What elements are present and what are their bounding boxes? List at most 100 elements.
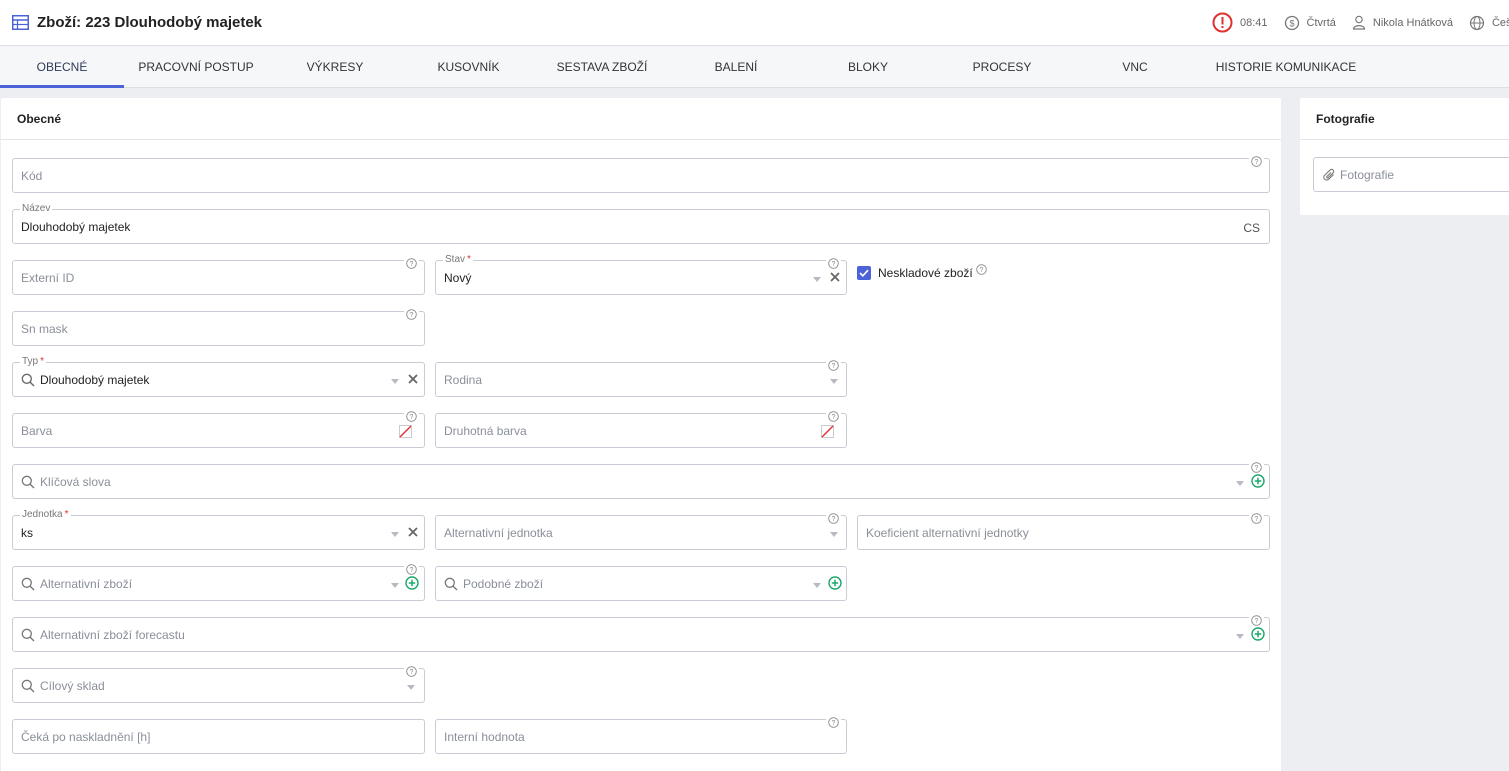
svg-text:?: ? [1255,159,1259,166]
clear-icon[interactable] [407,526,419,538]
chevron-down-icon[interactable] [391,379,399,384]
no-color-icon[interactable] [399,425,412,438]
photo-placeholder: Fotografie [1340,168,1395,182]
time-label: 08:41 [1240,16,1268,29]
chevron-down-icon[interactable] [830,532,838,537]
tab-historie-komunikace[interactable]: HISTORIE KOMUNIKACE [1210,46,1362,88]
chevron-down-icon[interactable] [813,277,821,282]
chevron-down-icon[interactable] [407,685,415,690]
interni-hodnota-field[interactable]: ? Interní hodnota [435,715,847,754]
tab-obecne[interactable]: OBECNÉ [0,46,124,88]
nazev-label: Název [20,203,53,215]
neskladove-checkbox[interactable]: Neskladové zboží ? [857,263,987,280]
chevron-down-icon[interactable] [1236,481,1244,486]
tab-procesy[interactable]: PROCESY [958,46,1046,88]
nazev-language[interactable]: CS [1243,221,1260,235]
help-icon[interactable]: ? [828,258,839,269]
chevron-down-icon[interactable] [391,532,399,537]
kod-field[interactable]: ? Kód [12,154,1270,193]
help-icon[interactable]: ? [406,411,417,422]
clear-icon[interactable] [829,271,841,283]
tab-vnc[interactable]: VNC [1110,46,1160,88]
chevron-down-icon[interactable] [830,379,838,384]
rodina-placeholder: Rodina [444,373,483,387]
tab-kusovnik[interactable]: KUSOVNÍK [420,46,517,88]
search-icon [21,373,35,387]
day-indicator[interactable]: $ Čtvrtá [1284,15,1336,31]
chevron-down-icon[interactable] [1236,634,1244,639]
jednotka-select[interactable]: Jednotka * ks [12,509,425,550]
search-icon [21,577,35,591]
sn-mask-field[interactable]: ? Sn mask [12,307,425,346]
add-circle-icon[interactable] [1251,627,1265,641]
chevron-down-icon[interactable] [391,583,399,588]
svg-text:?: ? [832,720,836,727]
svg-text:?: ? [1255,465,1259,472]
tab-bloky[interactable]: BLOKY [832,46,904,88]
svg-text:?: ? [410,261,414,268]
add-circle-icon[interactable] [828,576,842,590]
barva-placeholder: Barva [21,424,53,438]
svg-text:?: ? [832,414,836,421]
alt-zbozi-select[interactable]: ? Alternativní zboží [12,562,425,601]
tab-baleni[interactable]: BALENÍ [700,46,772,88]
help-icon[interactable]: ? [828,513,839,524]
nazev-field[interactable]: Název Dlouhodobý majetek CS [12,203,1270,244]
rodina-select[interactable]: ? Rodina [435,358,847,397]
typ-select[interactable]: Typ * Dlouhodobý majetek [12,356,425,397]
add-circle-icon[interactable] [1251,474,1265,488]
externi-id-field[interactable]: ? Externí ID [12,256,425,295]
search-icon [21,475,35,489]
tab-vykresy[interactable]: VÝKRESY [290,46,380,88]
druhotna-barva-field[interactable]: ? Druhotná barva [435,409,847,448]
sn-mask-placeholder: Sn mask [21,322,68,336]
tab-sestava-zbozi[interactable]: SESTAVA ZBOŽÍ [545,46,659,88]
user-menu[interactable]: Nikola Hnátková [1352,15,1453,30]
page-title: Zboží: 223 Dlouhodobý majetek [37,14,263,31]
globe-icon [1469,15,1485,30]
stav-select[interactable]: Stav * ? Nový [435,254,847,295]
druhotna-barva-placeholder: Druhotná barva [444,424,527,438]
help-icon[interactable]: ? [406,564,417,575]
help-icon[interactable]: ? [1251,513,1262,524]
koeficient-field[interactable]: ? Koeficient alternativní jednotky [857,511,1270,550]
help-icon[interactable]: ? [406,309,417,320]
paperclip-icon [1323,168,1335,181]
alt-jednotka-select[interactable]: ? Alternativní jednotka [435,511,847,550]
stav-value: Nový [444,271,472,285]
help-icon[interactable]: ? [1251,462,1262,473]
help-icon[interactable]: ? [1251,156,1262,167]
top-bar: Zboží: 223 Dlouhodobý majetek 08:41 $ Čt… [0,0,1509,46]
alert-icon [1212,12,1233,33]
svg-text:$: $ [1289,18,1294,28]
ceka-placeholder: Čeká po naskladnění [h] [21,730,151,744]
language-menu[interactable]: Češ [1469,15,1509,31]
no-color-icon[interactable] [821,425,834,438]
help-icon[interactable]: ? [828,360,839,371]
help-icon[interactable]: ? [828,717,839,728]
alt-zbozi-forecastu-select[interactable]: ? Alternativní zboží forecastu [12,613,1270,652]
checkbox-checked-icon[interactable] [857,266,871,280]
help-icon[interactable]: ? [975,263,987,275]
help-icon[interactable]: ? [1251,615,1262,626]
photo-upload-field[interactable]: Fotografie [1313,157,1509,192]
tab-pracovni-postup[interactable]: PRACOVNÍ POSTUP [131,46,261,88]
cilovy-sklad-select[interactable]: ? Cílový sklad [12,664,425,703]
ceka-field[interactable]: Čeká po naskladnění [h] [12,719,425,754]
jednotka-value: ks [21,526,33,540]
klicova-slova-select[interactable]: ? Klíčová slova [12,460,1270,499]
svg-text:?: ? [979,267,983,274]
add-circle-icon[interactable] [405,576,419,590]
help-icon[interactable]: ? [406,258,417,269]
alt-zbozi-forecastu-placeholder: Alternativní zboží forecastu [40,628,185,642]
clear-icon[interactable] [407,373,419,385]
help-icon[interactable]: ? [406,666,417,677]
barva-field[interactable]: ? Barva [12,409,425,448]
help-icon[interactable]: ? [828,411,839,422]
podobne-zbozi-select[interactable]: Podobné zboží [435,566,847,601]
podobne-zbozi-placeholder: Podobné zboží [463,577,544,591]
chevron-down-icon[interactable] [813,583,821,588]
alert-indicator[interactable]: 08:41 [1212,12,1268,33]
language-label: Češ [1491,16,1509,29]
externi-id-placeholder: Externí ID [21,271,75,285]
